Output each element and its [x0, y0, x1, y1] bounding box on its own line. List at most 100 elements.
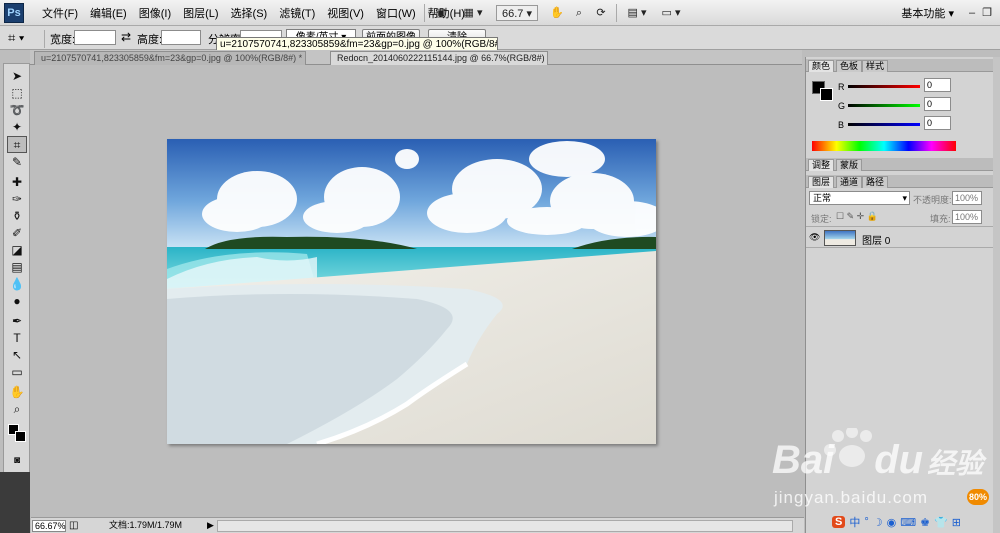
brush-tool-icon[interactable]: ✑ [7, 191, 27, 208]
eyedropper-tool-icon[interactable]: ✎ [7, 154, 27, 171]
width-input[interactable] [74, 30, 116, 45]
screen-layout-dropdown[interactable]: ▭ ▾ [656, 5, 686, 21]
blend-mode-value: 正常 [813, 193, 832, 203]
crop-tool-icon[interactable]: ⌗ [7, 136, 27, 153]
ime-chinese-icon[interactable]: 中 [849, 514, 860, 530]
channel-b-value[interactable]: 0 [924, 116, 951, 130]
menu-separator [616, 4, 617, 22]
document-tab-label: u=2107570741,823305859&fm=23&gp=0.jpg @ … [41, 53, 303, 63]
layers-panel-tabs: 图层 通道 路径 [806, 175, 996, 188]
status-bar: 66.67% ◫ 文档:1.79M/1.79M ▶ [31, 517, 804, 533]
history-brush-tool-icon[interactable]: ✐ [7, 225, 27, 242]
height-input[interactable] [161, 30, 201, 45]
ime-punctuation-icon[interactable]: ° [864, 516, 868, 528]
zoom-level-dropdown[interactable]: 66.7 ▾ [496, 5, 538, 21]
zoom-tool-icon[interactable]: ⌕ [7, 401, 27, 418]
tab-styles[interactable]: 样式 [862, 60, 889, 72]
lasso-tool-icon[interactable]: ➰ [7, 102, 27, 119]
channel-b-slider[interactable] [848, 123, 920, 126]
crop-tool-preset-picker[interactable]: ⌗ ▾ [8, 29, 38, 46]
close-icon[interactable]: × [305, 53, 306, 63]
menu-image[interactable]: 图像(I) [133, 5, 177, 21]
menu-window[interactable]: 窗口(W) [370, 5, 422, 21]
fill-value[interactable]: 100% [952, 210, 982, 224]
restore-button[interactable]: ❐ [981, 5, 993, 21]
speed-badge[interactable]: 80% [967, 489, 989, 505]
magic-wand-tool-icon[interactable]: ✦ [7, 119, 27, 136]
marquee-tool-icon[interactable]: ⬚ [7, 85, 27, 102]
watermark-brand-part2: du [874, 438, 924, 482]
menu-layer[interactable]: 图层(L) [177, 5, 224, 21]
tab-color[interactable]: 颜色 [808, 60, 835, 72]
workspace-label: 基本功能 [901, 8, 946, 20]
channel-r-value[interactable]: 0 [924, 78, 951, 92]
eraser-tool-icon[interactable]: ◪ [7, 242, 27, 259]
watermark-url: jingyan.baidu.com [774, 488, 929, 507]
beach-image[interactable] [167, 139, 656, 444]
horizontal-scrollbar[interactable] [217, 520, 793, 532]
opacity-value[interactable]: 100% [952, 191, 982, 205]
status-bar-icon[interactable]: ◫ [69, 520, 79, 532]
hand-tool-icon[interactable]: ✋ [548, 5, 566, 21]
color-spectrum-ramp[interactable] [812, 141, 956, 151]
move-tool-icon[interactable]: ➤ [7, 68, 27, 85]
swap-icon[interactable]: ⇄ [121, 30, 131, 44]
left-dark-area [0, 472, 30, 533]
channel-g-label: G [838, 101, 846, 111]
clone-stamp-tool-icon[interactable]: ⚱ [7, 208, 27, 225]
ime-moon-icon[interactable]: ☽ [873, 516, 883, 529]
tab-layers[interactable]: 图层 [808, 176, 835, 188]
tab-paths[interactable]: 路径 [862, 176, 889, 188]
tab-adjustments[interactable]: 调整 [808, 159, 835, 171]
tab-masks[interactable]: 蒙版 [836, 159, 863, 171]
quick-mask-icon[interactable]: ◙ [7, 452, 27, 469]
tab-swatches[interactable]: 色板 [836, 60, 863, 72]
arrange-documents-dropdown[interactable]: ▤ ▾ [622, 5, 652, 21]
workspace-switcher[interactable]: 基本功能 ▾ [901, 5, 954, 21]
screen-mode-dropdown[interactable]: ▦ ▾ [458, 5, 488, 21]
dodge-tool-icon[interactable]: ● [7, 293, 27, 310]
gradient-tool-icon[interactable]: ▤ [7, 259, 27, 276]
options-separator [44, 30, 45, 48]
lock-icons[interactable]: ☐ ✎ ✛ 🔒 [836, 211, 878, 222]
type-tool-icon[interactable]: T [7, 330, 27, 347]
eye-icon[interactable]: 👁 [809, 231, 821, 243]
ime-skin-icon[interactable]: ♚ [920, 516, 930, 529]
healing-brush-tool-icon[interactable]: ✚ [7, 174, 27, 191]
ime-emoji-icon[interactable]: ◉ [887, 516, 897, 529]
zoom-tool-icon[interactable]: ⌕ [570, 5, 588, 21]
rectangle-tool-icon[interactable]: ▭ [7, 364, 27, 381]
lock-label: 锁定: [811, 214, 832, 224]
watermark-brand-part1: Bai [772, 438, 835, 482]
pen-tool-icon[interactable]: ✒ [7, 313, 27, 330]
sogou-icon[interactable]: S [832, 516, 846, 528]
layer-name: 图层 0 [862, 236, 891, 247]
chevron-down-icon: ▾ [902, 193, 907, 203]
status-menu-arrow-icon[interactable]: ▶ [207, 520, 217, 532]
channel-g-slider[interactable] [848, 104, 920, 107]
tab-channels[interactable]: 通道 [836, 176, 863, 188]
blur-tool-icon[interactable]: 💧 [7, 276, 27, 293]
channel-r-slider[interactable] [848, 85, 920, 88]
layer-row[interactable]: 👁 图层 0 [806, 226, 994, 248]
document-tab[interactable]: u=2107570741,823305859&fm=23&gp=0.jpg @ … [34, 51, 306, 65]
path-selection-tool-icon[interactable]: ↖ [7, 347, 27, 364]
menu-filter[interactable]: 滤镜(T) [273, 5, 321, 21]
menu-file[interactable]: 文件(F) [36, 5, 84, 21]
document-tab-active[interactable]: Redocn_2014060222115144.jpg @ 66.7%(RGB/… [330, 51, 548, 65]
bridge-icon[interactable]: ▣ [432, 5, 450, 21]
ime-keyboard-icon[interactable]: ⌨ [900, 516, 916, 529]
channel-g-value[interactable]: 0 [924, 97, 951, 111]
menu-edit[interactable]: 编辑(E) [84, 5, 133, 21]
menu-select[interactable]: 选择(S) [225, 5, 274, 21]
ime-toolbox-icon[interactable]: ⊞ [952, 516, 961, 529]
hand-tool-icon[interactable]: ✋ [7, 384, 27, 401]
panel-background-swatch[interactable] [820, 88, 833, 101]
blend-mode-select[interactable]: 正常 ▾ [809, 191, 910, 205]
menu-view[interactable]: 视图(V) [321, 5, 370, 21]
background-color-swatch[interactable] [15, 431, 26, 442]
rotate-view-icon[interactable]: ⟳ [592, 5, 610, 21]
ime-shirt-icon[interactable]: 👕 [934, 516, 948, 529]
zoom-field[interactable]: 66.67% [32, 520, 66, 532]
minimize-button[interactable]: – [966, 5, 978, 21]
